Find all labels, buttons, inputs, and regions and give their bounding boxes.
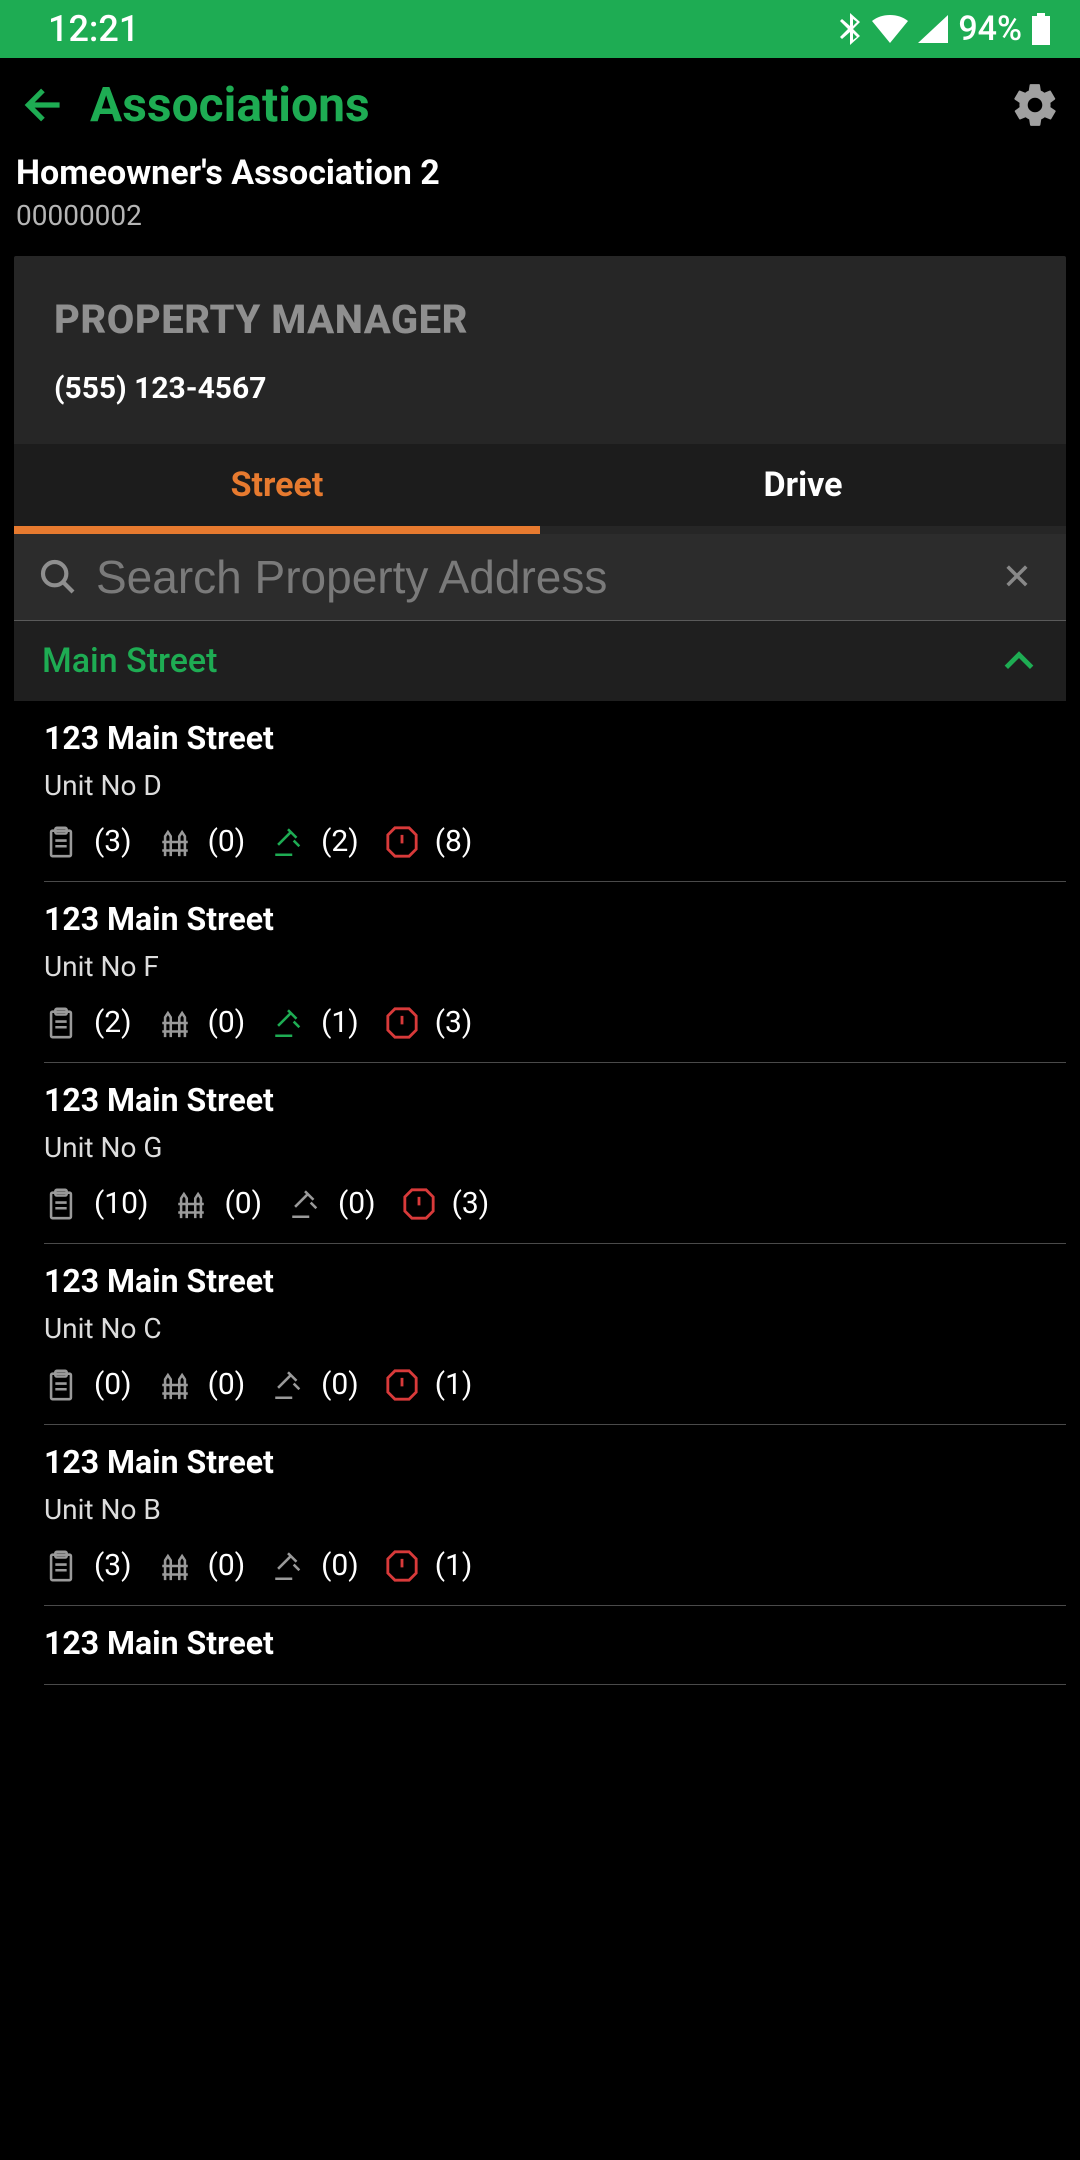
fence-icon	[174, 1187, 208, 1221]
property-item[interactable]: 123 Main Street Unit No C (0) (0) (0) (1…	[44, 1244, 1066, 1425]
signal-icon	[918, 15, 948, 43]
clipboard-icon	[44, 825, 78, 859]
alert-count: (1)	[435, 1548, 473, 1583]
tabs: Street Drive	[14, 444, 1066, 526]
stats-row: (2) (0) (1) (3)	[44, 1005, 1066, 1040]
clipboard-count: (10)	[94, 1186, 148, 1221]
association-name: Homeowner's Association 2	[16, 153, 1064, 193]
property-address: 123 Main Street	[44, 1081, 1066, 1119]
status-time: 12:21	[48, 8, 139, 50]
alert-count: (1)	[435, 1367, 473, 1402]
property-unit: Unit No C	[44, 1312, 1066, 1345]
property-item[interactable]: 123 Main Street	[44, 1606, 1066, 1685]
property-manager-label: PROPERTY MANAGER	[54, 296, 1026, 343]
gavel-icon	[288, 1187, 322, 1221]
status-right: 94%	[838, 9, 1050, 49]
clipboard-icon	[44, 1549, 78, 1583]
property-address: 123 Main Street	[44, 719, 1066, 757]
property-address: 123 Main Street	[44, 1624, 1066, 1662]
property-address: 123 Main Street	[44, 1262, 1066, 1300]
property-manager-block: PROPERTY MANAGER (555) 123-4567	[14, 256, 1066, 436]
property-item[interactable]: 123 Main Street Unit No F (2) (0) (1) (3…	[44, 882, 1066, 1063]
property-unit: Unit No G	[44, 1131, 1066, 1164]
battery-icon	[1032, 13, 1050, 45]
fence-icon	[158, 1549, 192, 1583]
chevron-up-icon	[1000, 642, 1038, 680]
alert-icon	[385, 1006, 419, 1040]
gavel-count: (0)	[321, 1367, 359, 1402]
alert-count: (3)	[435, 1005, 473, 1040]
gavel-count: (2)	[321, 824, 359, 859]
gavel-icon	[271, 1549, 305, 1583]
property-item[interactable]: 123 Main Street Unit No D (3) (0) (2) (8…	[44, 701, 1066, 882]
property-address: 123 Main Street	[44, 1443, 1066, 1481]
app-header: Associations	[0, 58, 1080, 143]
wifi-icon	[872, 15, 908, 43]
property-unit: Unit No D	[44, 769, 1066, 802]
clipboard-count: (0)	[94, 1367, 132, 1402]
alert-icon	[385, 825, 419, 859]
fence-icon	[158, 1006, 192, 1040]
alert-count: (3)	[452, 1186, 490, 1221]
fence-count: (0)	[208, 824, 246, 859]
clipboard-icon	[44, 1187, 78, 1221]
section-title: Main Street	[42, 641, 217, 681]
property-list: 123 Main Street Unit No D (3) (0) (2) (8…	[14, 701, 1066, 1685]
alert-icon	[402, 1187, 436, 1221]
back-arrow-icon[interactable]	[20, 80, 70, 130]
property-address: 123 Main Street	[44, 900, 1066, 938]
clipboard-icon	[44, 1368, 78, 1402]
tab-drive[interactable]: Drive	[540, 444, 1066, 526]
bluetooth-icon	[838, 13, 862, 45]
settings-gear-icon[interactable]	[1010, 80, 1060, 130]
tab-street[interactable]: Street	[14, 444, 540, 526]
status-bar: 12:21 94%	[0, 0, 1080, 58]
property-unit: Unit No B	[44, 1493, 1066, 1526]
stats-row: (3) (0) (0) (1)	[44, 1548, 1066, 1583]
gavel-icon	[271, 1368, 305, 1402]
fence-count: (0)	[208, 1548, 246, 1583]
clear-search-icon[interactable]: ✕	[992, 550, 1042, 604]
alert-icon	[385, 1368, 419, 1402]
alert-count: (8)	[435, 824, 473, 859]
fence-icon	[158, 1368, 192, 1402]
gavel-count: (0)	[321, 1548, 359, 1583]
property-manager-phone[interactable]: (555) 123-4567	[54, 371, 1026, 406]
association-block: Homeowner's Association 2 00000002	[0, 143, 1080, 256]
search-icon	[38, 557, 78, 597]
search-row: ✕	[14, 534, 1066, 621]
gavel-icon	[271, 825, 305, 859]
stats-row: (3) (0) (2) (8)	[44, 824, 1066, 859]
section-header-main-street[interactable]: Main Street	[14, 621, 1066, 701]
page-title: Associations	[90, 76, 990, 133]
clipboard-count: (2)	[94, 1005, 132, 1040]
clipboard-count: (3)	[94, 824, 132, 859]
fence-count: (0)	[208, 1005, 246, 1040]
clipboard-count: (3)	[94, 1548, 132, 1583]
search-input[interactable]	[96, 550, 974, 604]
gavel-icon	[271, 1006, 305, 1040]
fence-icon	[158, 825, 192, 859]
alert-icon	[385, 1549, 419, 1583]
fence-count: (0)	[224, 1186, 262, 1221]
property-item[interactable]: 123 Main Street Unit No G (10) (0) (0) (…	[44, 1063, 1066, 1244]
property-unit: Unit No F	[44, 950, 1066, 983]
gavel-count: (1)	[321, 1005, 359, 1040]
gavel-count: (0)	[338, 1186, 376, 1221]
battery-percent: 94%	[958, 9, 1022, 49]
property-item[interactable]: 123 Main Street Unit No B (3) (0) (0) (1…	[44, 1425, 1066, 1606]
association-id: 00000002	[16, 199, 1064, 232]
main-card: PROPERTY MANAGER (555) 123-4567 Street D…	[14, 256, 1066, 1685]
stats-row: (0) (0) (0) (1)	[44, 1367, 1066, 1402]
clipboard-icon	[44, 1006, 78, 1040]
fence-count: (0)	[208, 1367, 246, 1402]
stats-row: (10) (0) (0) (3)	[44, 1186, 1066, 1221]
